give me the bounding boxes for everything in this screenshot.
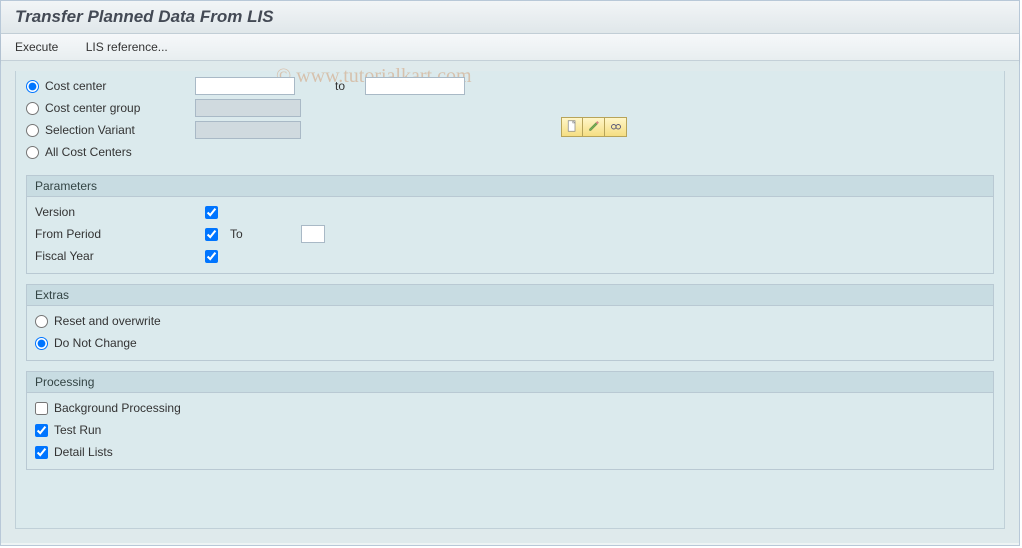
all-cost-centers-radio[interactable] <box>26 146 39 159</box>
parameters-title: Parameters <box>27 176 993 197</box>
do-not-change-radio[interactable] <box>35 337 48 350</box>
background-processing-checkbox[interactable] <box>35 402 48 415</box>
app-frame: Transfer Planned Data From LIS Execute L… <box>0 0 1020 546</box>
reset-overwrite-label: Reset and overwrite <box>54 314 161 328</box>
processing-title: Processing <box>27 372 993 393</box>
cost-center-from-input[interactable] <box>195 77 295 95</box>
icon-button-group <box>561 117 627 137</box>
content-inner: Cost center to Cost center group Selecti… <box>15 71 1005 529</box>
version-label: Version <box>35 205 205 219</box>
edit-button[interactable] <box>583 117 605 137</box>
pencil-icon <box>588 120 600 135</box>
variant-button[interactable] <box>605 117 627 137</box>
test-run-checkbox[interactable] <box>35 424 48 437</box>
selection-variant-input <box>195 121 301 139</box>
lis-reference-button[interactable]: LIS reference... <box>86 40 168 54</box>
content-area: © www.tutorialkart.com Cost center to Co… <box>1 61 1019 543</box>
fiscal-year-checkbox[interactable] <box>205 250 218 263</box>
create-button[interactable] <box>561 117 583 137</box>
test-run-label: Test Run <box>54 423 101 437</box>
to-period-input[interactable] <box>301 225 325 243</box>
from-period-checkbox[interactable] <box>205 228 218 241</box>
cost-center-label: Cost center <box>45 79 195 93</box>
execute-button[interactable]: Execute <box>15 40 58 54</box>
cost-center-group-label: Cost center group <box>45 101 195 115</box>
do-not-change-label: Do Not Change <box>54 336 137 350</box>
selection-block: Cost center to Cost center group Selecti… <box>16 71 1004 171</box>
cost-center-group-input <box>195 99 301 117</box>
detail-lists-checkbox[interactable] <box>35 446 48 459</box>
processing-group: Processing Background Processing Test Ru… <box>26 371 994 470</box>
toolbar: Execute LIS reference... <box>1 34 1019 61</box>
fiscal-year-label: Fiscal Year <box>35 249 205 263</box>
to-label: to <box>335 79 345 93</box>
background-processing-label: Background Processing <box>54 401 181 415</box>
cost-center-group-radio[interactable] <box>26 102 39 115</box>
parameters-group: Parameters Version From Period To Fiscal… <box>26 175 994 274</box>
to-period-label: To <box>230 227 243 241</box>
version-checkbox[interactable] <box>205 206 218 219</box>
from-period-label: From Period <box>35 227 205 241</box>
all-cost-centers-label: All Cost Centers <box>45 145 195 159</box>
detail-lists-label: Detail Lists <box>54 445 113 459</box>
glasses-icon <box>610 120 622 135</box>
selection-variant-label: Selection Variant <box>45 123 195 137</box>
extras-group: Extras Reset and overwrite Do Not Change <box>26 284 994 361</box>
extras-title: Extras <box>27 285 993 306</box>
page-title: Transfer Planned Data From LIS <box>1 1 1019 34</box>
selection-variant-radio[interactable] <box>26 124 39 137</box>
document-icon <box>566 120 578 135</box>
cost-center-to-input[interactable] <box>365 77 465 95</box>
reset-overwrite-radio[interactable] <box>35 315 48 328</box>
cost-center-radio[interactable] <box>26 80 39 93</box>
